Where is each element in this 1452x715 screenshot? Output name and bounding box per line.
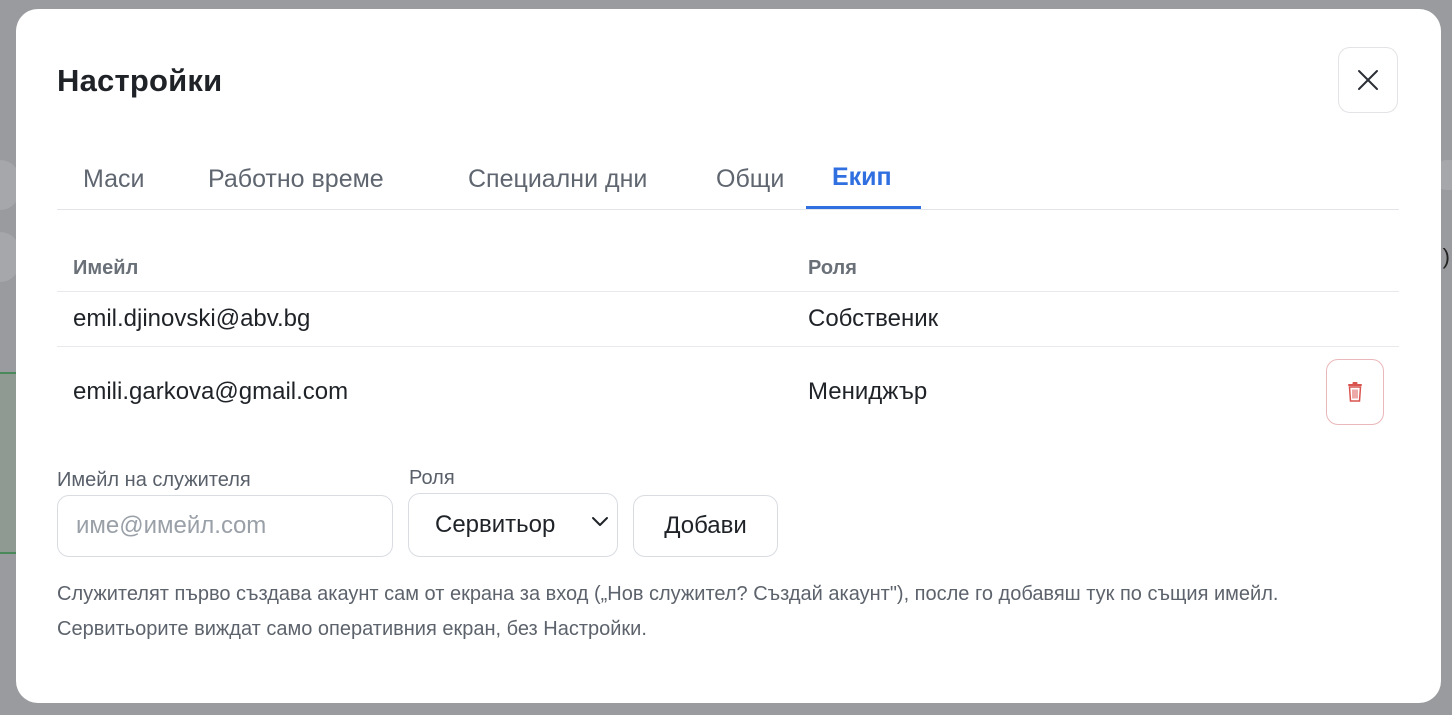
- member-role: Собственик: [808, 305, 939, 332]
- column-header-email: Имейл: [73, 256, 139, 279]
- table-row: emil.djinovski@abv.bg Собственик: [57, 292, 1399, 347]
- table-header: Имейл Роля: [57, 245, 1399, 292]
- modal-title: Настройки: [57, 63, 223, 98]
- close-icon: [1358, 70, 1378, 90]
- tab-special-days[interactable]: Специални дни: [432, 149, 696, 209]
- member-role: Мениджър: [808, 378, 928, 405]
- email-field-label: Имейл на служителя: [57, 469, 251, 491]
- tab-team[interactable]: Екип: [806, 149, 921, 209]
- column-header-role: Роля: [808, 256, 857, 279]
- employee-email-input[interactable]: [57, 495, 393, 557]
- team-table: Имейл Роля emil.djinovski@abv.bg Собстве…: [57, 245, 1399, 437]
- add-member-button[interactable]: Добави: [633, 495, 778, 557]
- settings-modal: Настройки Маси Работно време Специални д…: [16, 9, 1441, 703]
- close-button[interactable]: [1338, 47, 1398, 113]
- role-select[interactable]: Сервитьор: [408, 493, 618, 557]
- tab-general[interactable]: Общи: [696, 149, 806, 209]
- member-email: emil.djinovski@abv.bg: [73, 305, 311, 332]
- table-row: emili.garkova@gmail.com Мениджър: [57, 347, 1399, 437]
- help-text: Служителят първо създава акаунт сам от е…: [57, 583, 1279, 640]
- chevron-down-icon: [592, 517, 608, 526]
- role-field-label: Роля: [409, 467, 455, 489]
- trash-icon: [1348, 382, 1362, 402]
- delete-member-button[interactable]: [1326, 359, 1384, 425]
- settings-tabs: Маси Работно време Специални дни Общи Ек…: [57, 149, 1399, 210]
- tab-tables[interactable]: Маси: [57, 149, 174, 209]
- background-glyph: ): [1442, 244, 1450, 269]
- role-select-value: Сервитьор: [435, 511, 556, 538]
- tab-working-hours[interactable]: Работно време: [174, 149, 432, 209]
- member-email: emili.garkova@gmail.com: [73, 378, 349, 405]
